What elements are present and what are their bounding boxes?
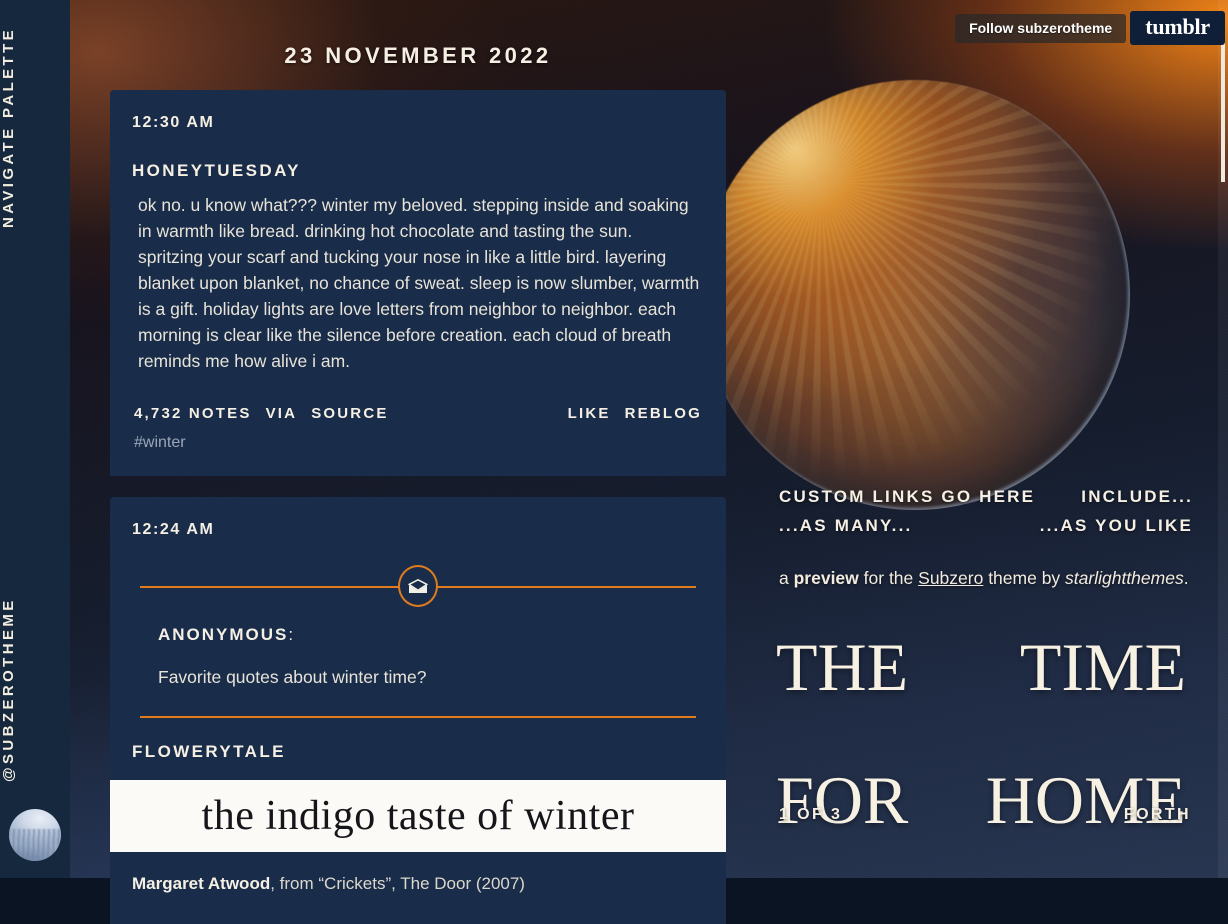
custom-link-row: ...AS MANY... ...AS YOU LIKE xyxy=(779,516,1193,536)
blog-handle-label: @SUBZEROTHEME xyxy=(0,575,70,805)
custom-link-row: CUSTOM LINKS GO HERE INCLUDE... xyxy=(779,487,1193,507)
post-meta-left: 4,732 NOTES VIA SOURCE xyxy=(134,405,389,422)
theme-link[interactable]: Subzero xyxy=(918,568,983,588)
notes-count[interactable]: 4,732 NOTES xyxy=(134,405,252,422)
tumblr-follow-bar: Follow subzerotheme tumblr xyxy=(955,11,1225,45)
quote-image: the indigo taste of winter xyxy=(110,780,726,852)
quote-source: Margaret Atwood, from “Crickets”, The Do… xyxy=(132,874,704,924)
desc-theme-by: theme by xyxy=(983,568,1065,588)
blog-description: a preview for the Subzero theme by starl… xyxy=(779,566,1191,592)
via-link[interactable]: VIA xyxy=(266,405,298,422)
desc-for-the: for the xyxy=(859,568,918,588)
ask-divider xyxy=(140,564,696,608)
desc-period: . xyxy=(1184,568,1189,588)
post-tag[interactable]: #winter xyxy=(132,434,704,476)
ask-divider-bottom xyxy=(140,716,696,718)
tumblr-logo[interactable]: tumblr xyxy=(1130,11,1225,45)
envelope-icon xyxy=(398,565,438,607)
ask-asker-colon: : xyxy=(288,625,293,644)
custom-links: CUSTOM LINKS GO HERE INCLUDE... ...AS MA… xyxy=(779,487,1193,545)
desc-a: a xyxy=(779,568,794,588)
source-link[interactable]: SOURCE xyxy=(311,405,388,422)
left-sidebar: NAVIGATE PALETTE @SUBZEROTHEME xyxy=(0,0,70,878)
right-column: CUSTOM LINKS GO HERE INCLUDE... ...AS MA… xyxy=(768,0,1193,878)
ask-asker-name: ANONYMOUS xyxy=(158,625,288,644)
follow-button[interactable]: Follow subzerotheme xyxy=(955,14,1126,43)
post-footer: 4,732 NOTES VIA SOURCE LIKE REBLOG xyxy=(132,405,704,422)
post-body: ok no. u know what??? winter my beloved.… xyxy=(132,192,704,374)
post-timestamp: 12:24 AM xyxy=(132,521,704,539)
reblog-button[interactable]: REBLOG xyxy=(625,405,702,422)
quote-source-author: Margaret Atwood xyxy=(132,874,270,893)
custom-link-3[interactable]: ...AS MANY... xyxy=(779,516,912,536)
post-text: 12:30 AM HONEYTUESDAY ok no. u know what… xyxy=(110,90,726,476)
scrollbar-thumb[interactable] xyxy=(1221,40,1225,182)
post-timestamp: 12:30 AM xyxy=(132,114,704,132)
custom-link-4[interactable]: ...AS YOU LIKE xyxy=(1040,516,1193,536)
date-header: 23 NOVEMBER 2022 xyxy=(110,0,726,69)
custom-link-1[interactable]: CUSTOM LINKS GO HERE xyxy=(779,487,1035,507)
custom-link-2[interactable]: INCLUDE... xyxy=(1081,487,1193,507)
post-author[interactable]: HONEYTUESDAY xyxy=(132,161,704,181)
desc-preview: preview xyxy=(794,568,859,588)
blog-title: THE TIME FOR HOME xyxy=(776,634,1186,901)
theme-author[interactable]: starlightthemes xyxy=(1065,568,1184,588)
post-ask: 12:24 AM ANONYMOUS: Favorite quotes abou… xyxy=(110,497,726,924)
avatar[interactable] xyxy=(9,809,61,861)
pagination: 1 OF 3 FORTH xyxy=(779,806,1191,824)
answer-author[interactable]: FLOWERYTALE xyxy=(132,742,704,762)
quote-image-text: the indigo taste of winter xyxy=(202,792,635,840)
post-meta-right: LIKE REBLOG xyxy=(568,405,702,422)
posts-column: 23 NOVEMBER 2022 12:30 AM HONEYTUESDAY o… xyxy=(110,0,726,878)
next-page-button[interactable]: FORTH xyxy=(1124,806,1191,824)
ask-question: Favorite quotes about winter time? xyxy=(158,667,704,688)
navigate-palette-label[interactable]: NAVIGATE PALETTE xyxy=(0,12,70,242)
ask-asker[interactable]: ANONYMOUS: xyxy=(158,625,704,645)
blog-title-line-1: THE TIME xyxy=(776,634,1186,767)
quote-source-rest: , from “Crickets”, The Door (2007) xyxy=(270,874,525,893)
like-button[interactable]: LIKE xyxy=(568,405,611,422)
page-indicator: 1 OF 3 xyxy=(779,806,842,824)
blog-title-line-2: FOR HOME xyxy=(776,767,1186,900)
